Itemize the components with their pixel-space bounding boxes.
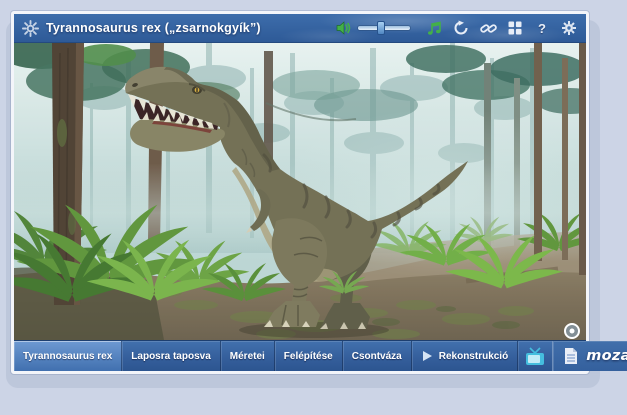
tab-label: Felépítése: [284, 351, 333, 362]
apps-grid-icon: [508, 21, 522, 35]
reset-view-button[interactable]: [452, 19, 470, 37]
mozaik-sun-icon: [22, 20, 39, 37]
tab-label: Laposra taposva: [131, 351, 210, 362]
tab-felepitese[interactable]: Felépítése: [275, 341, 343, 371]
volume-button[interactable]: [335, 19, 353, 37]
tab-meretei[interactable]: Méretei: [221, 341, 275, 371]
volume-slider-handle[interactable]: [377, 21, 385, 35]
page-title: Tyrannosaurus rex („zsarnokgyík”): [46, 21, 261, 35]
volume-slider[interactable]: [358, 26, 410, 30]
title-bar: Tyrannosaurus rex („zsarnokgyík”): [14, 14, 586, 43]
volume-control: [335, 19, 410, 37]
link-button[interactable]: [479, 19, 497, 37]
apps-grid-button[interactable]: [506, 19, 524, 37]
brand-panel[interactable]: mozaik3D: [552, 341, 627, 371]
scene-dot-button[interactable]: [565, 324, 579, 338]
tab-label: Rekonstrukció: [439, 351, 508, 362]
document-icon: [563, 347, 578, 365]
settings-button[interactable]: [560, 19, 578, 37]
scene-3d-view[interactable]: [14, 43, 586, 340]
volume-icon: [336, 21, 352, 35]
tab-laposra-taposva[interactable]: Laposra taposva: [122, 341, 220, 371]
tab-csontvaza[interactable]: Csontváza: [343, 341, 412, 371]
tab-rekonstrukcio[interactable]: Rekonstrukció: [412, 341, 518, 371]
tv-icon: [524, 347, 546, 366]
reset-view-icon: [453, 20, 469, 36]
help-icon: ?: [538, 21, 546, 36]
bottom-tab-bar: Tyrannosaurus rex Laposra taposva Mérete…: [14, 340, 586, 371]
tab-label: Csontváza: [352, 351, 402, 362]
help-button[interactable]: ?: [533, 19, 551, 37]
tab-tyrannosaurus-rex[interactable]: Tyrannosaurus rex: [14, 341, 122, 371]
tv-button[interactable]: [518, 341, 552, 371]
link-icon: [480, 21, 497, 36]
music-note-icon: [427, 21, 442, 36]
mozaik3d-logo: mozaik3D: [586, 348, 627, 364]
mozaik3d-player-window: Tyrannosaurus rex („zsarnokgyík”): [11, 11, 589, 374]
tab-label: Tyrannosaurus rex: [23, 351, 112, 362]
atmosphere-tint: [14, 43, 586, 340]
settings-gear-icon: [561, 20, 577, 36]
music-button[interactable]: [425, 19, 443, 37]
logo-brand-text: mozaik: [586, 348, 627, 364]
play-icon: [421, 350, 433, 362]
tab-label: Méretei: [230, 351, 265, 362]
titlebar-controls: ?: [335, 19, 578, 37]
